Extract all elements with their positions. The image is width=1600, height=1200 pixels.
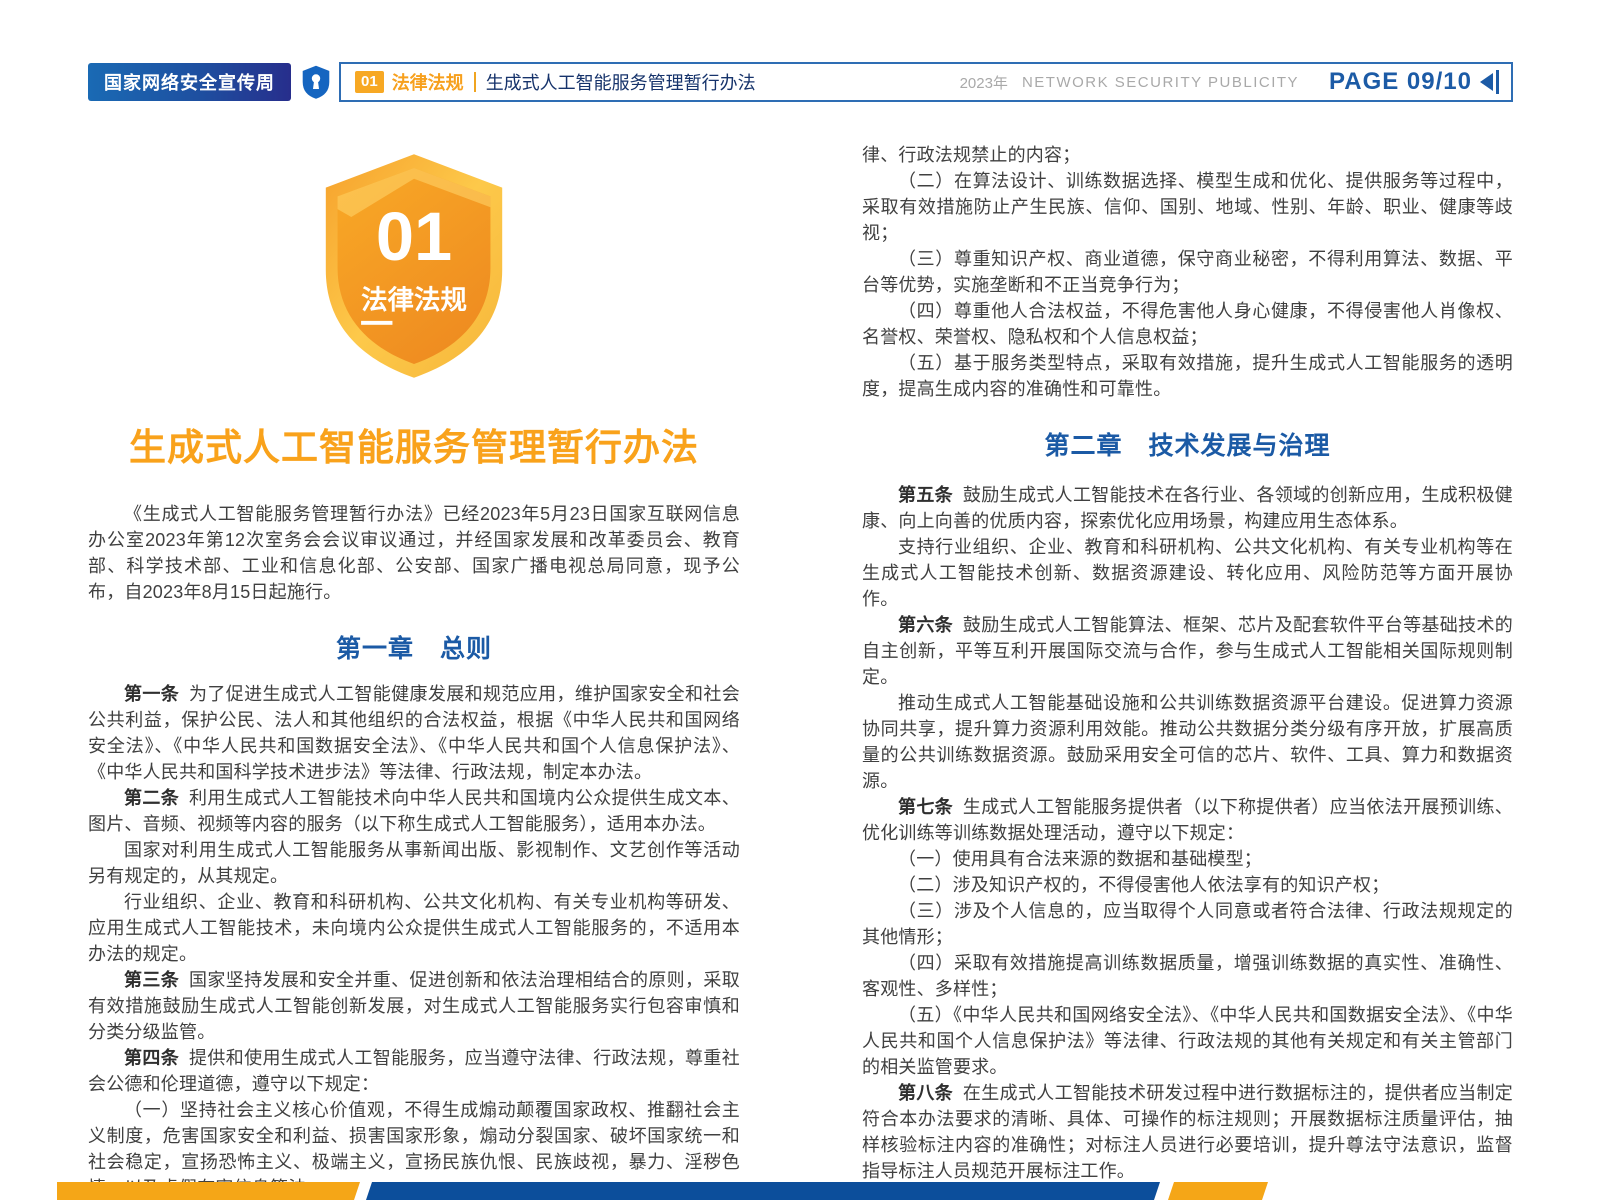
left-column: 01 法律法规 生成式人工智能服务管理暂行办法 《生成式人工智能服务管理暂行办法… [88,128,740,1200]
article-text: 为了促进生成式人工智能健康发展和规范应用，维护国家安全和社会公共利益，保护公民、… [88,684,740,782]
shield-number: 01 [376,198,452,275]
article-text: （四）尊重他人合法权益，不得危害他人身心健康，不得侵害他人肖像权、名誉权、荣誉权… [862,301,1513,347]
article-paragraph: 律、行政法规禁止的内容； [862,142,1513,168]
header-title-box: 01 法律法规 生成式人工智能服务管理暂行办法 2023年 NETWORK SE… [339,62,1513,102]
article-number: 第一条 [124,684,179,704]
article-paragraph: 行业组织、企业、教育和科研机构、公共文化机构、有关专业机构等研发、应用生成式人工… [88,889,740,967]
article-text: （五）基于服务类型特点，采取有效措施，提升生成式人工智能服务的透明度，提高生成内… [862,353,1513,399]
article-text: 生成式人工智能服务提供者（以下称提供者）应当依法开展预训练、优化训练等训练数据处… [862,797,1513,843]
article-text: 鼓励生成式人工智能技术在各行业、各领域的创新应用，生成积极健康、向上向善的优质内… [862,485,1513,531]
article-text: （一）使用具有合法来源的数据和基础模型； [898,849,1262,869]
section-number-chip: 01 [355,71,384,93]
article-paragraph: （一）使用具有合法来源的数据和基础模型； [862,846,1513,872]
shield-dash [361,321,392,325]
article-paragraph: （三）涉及个人信息的，应当取得个人同意或者符合法律、行政法规规定的其他情形； [862,898,1513,950]
header-doc-title: 生成式人工智能服务管理暂行办法 [486,69,756,95]
header-publicity-label: NETWORK SECURITY PUBLICITY [1022,74,1299,91]
article-paragraph: （四）尊重他人合法权益，不得危害他人身心健康，不得侵害他人肖像权、名誉权、荣誉权… [862,298,1513,350]
article-text: 行业组织、企业、教育和科研机构、公共文化机构、有关专业机构等研发、应用生成式人工… [88,892,740,964]
right-column: 律、行政法规禁止的内容； （二）在算法设计、训练数据选择、模型生成和优化、提供服… [862,142,1513,1184]
article-text: （五）《中华人民共和国网络安全法》、《中华人民共和国数据安全法》、《中华人民共和… [862,1005,1513,1077]
article-paragraph: （四）采取有效措施提高训练数据质量，增强训练数据的真实性、准确性、客观性、多样性… [862,950,1513,1002]
page-number-label: PAGE 09/10 [1329,68,1472,96]
article-text: （三）尊重知识产权、商业道德，保守商业秘密，不得利用算法、数据、平台等优势，实施… [862,249,1513,295]
article-paragraph: 第三条国家坚持发展和安全并重、促进创新和依法治理相结合的原则，采取有效措施鼓励生… [88,967,740,1045]
header-year: 2023年 [960,72,1008,93]
chapter-shield-badge: 01 法律法规 [316,150,512,387]
article-text: （二）涉及知识产权的，不得侵害他人依法享有的知识产权； [898,875,1389,895]
article-text: （三）涉及个人信息的，应当取得个人同意或者符合法律、行政法规规定的其他情形； [862,901,1513,947]
section-label: 法律法规 [392,69,464,95]
article-text: 在生成式人工智能技术研发过程中进行数据标注的，提供者应当制定符合本办法要求的清晰… [862,1083,1513,1181]
article-number: 第二条 [124,788,179,808]
shield-keyhole-icon [301,64,331,100]
article-number: 第七条 [898,797,953,817]
footer-gold-bar-left [57,1182,360,1200]
prev-page-bar [1496,70,1499,94]
article-text: （二）在算法设计、训练数据选择、模型生成和优化、提供服务等过程中，采取有效措施防… [862,171,1513,243]
prev-page-icon[interactable] [1480,70,1499,94]
article-paragraph: （五）基于服务类型特点，采取有效措施，提升生成式人工智能服务的透明度，提高生成内… [862,350,1513,402]
header-divider [474,72,476,92]
article-paragraph: （五）《中华人民共和国网络安全法》、《中华人民共和国数据安全法》、《中华人民共和… [862,1002,1513,1080]
intro-paragraph: 《生成式人工智能服务管理暂行办法》已经2023年5月23日国家互联网信息办公室2… [88,501,740,605]
brand-badge: 国家网络安全宣传周 [88,63,291,101]
article-paragraph: 第五条鼓励生成式人工智能技术在各行业、各领域的创新应用，生成积极健康、向上向善的… [862,482,1513,534]
footer-blue-bar [366,1182,1160,1200]
article-text: （四）采取有效措施提高训练数据质量，增强训练数据的真实性、准确性、客观性、多样性… [862,953,1513,999]
shield-label: 法律法规 [361,285,467,315]
prev-page-triangle [1480,73,1493,91]
article-text: 国家对利用生成式人工智能服务从事新闻出版、影视制作、文艺创作等活动另有规定的，从… [88,840,740,886]
article-paragraph: 支持行业组织、企业、教育和科研机构、公共文化机构、有关专业机构等在生成式人工智能… [862,534,1513,612]
article-paragraph: 第七条生成式人工智能服务提供者（以下称提供者）应当依法开展预训练、优化训练等训练… [862,794,1513,846]
article-text: 提供和使用生成式人工智能服务，应当遵守法律、行政法规，尊重社会公德和伦理道德，遵… [88,1048,740,1094]
article-number: 第六条 [898,615,953,635]
article-text: 国家坚持发展和安全并重、促进创新和依法治理相结合的原则，采取有效措施鼓励生成式人… [88,970,740,1042]
page-header: 国家网络安全宣传周 01 法律法规 生成式人工智能服务管理暂行办法 2023年 … [88,62,1513,102]
article-paragraph: 国家对利用生成式人工智能服务从事新闻出版、影视制作、文艺创作等活动另有规定的，从… [88,837,740,889]
article-text: 利用生成式人工智能技术向中华人民共和国境内公众提供生成文本、图片、音频、视频等内… [88,788,740,834]
article-paragraph: 第八条在生成式人工智能技术研发过程中进行数据标注的，提供者应当制定符合本办法要求… [862,1080,1513,1184]
article-number: 第四条 [124,1048,179,1068]
article-paragraph: 推动生成式人工智能基础设施和公共训练数据资源平台建设。促进算力资源协同共享，提升… [862,690,1513,794]
article-text: 推动生成式人工智能基础设施和公共训练数据资源平台建设。促进算力资源协同共享，提升… [862,693,1513,791]
article-paragraph: （二）涉及知识产权的，不得侵害他人依法享有的知识产权； [862,872,1513,898]
article-number: 第八条 [898,1083,953,1103]
article-number: 第三条 [124,970,179,990]
footer-gold-bar-right [1168,1182,1268,1200]
article-text: 鼓励生成式人工智能算法、框架、芯片及配套软件平台等基础技术的自主创新，平等互利开… [862,615,1513,687]
article-paragraph: 第二条利用生成式人工智能技术向中华人民共和国境内公众提供生成文本、图片、音频、视… [88,785,740,837]
article-paragraph: 第六条鼓励生成式人工智能算法、框架、芯片及配套软件平台等基础技术的自主创新，平等… [862,612,1513,690]
article-text: 律、行政法规禁止的内容； [862,145,1080,165]
article-paragraph: （三）尊重知识产权、商业道德，保守商业秘密，不得利用算法、数据、平台等优势，实施… [862,246,1513,298]
document-page: 国家网络安全宣传周 01 法律法规 生成式人工智能服务管理暂行办法 2023年 … [0,0,1600,1200]
article-paragraph: 第一条为了促进生成式人工智能健康发展和规范应用，维护国家安全和社会公共利益，保护… [88,681,740,785]
article-text: 支持行业组织、企业、教育和科研机构、公共文化机构、有关专业机构等在生成式人工智能… [862,537,1513,609]
article-paragraph: 第四条提供和使用生成式人工智能服务，应当遵守法律、行政法规，尊重社会公德和伦理道… [88,1045,740,1097]
chapter-2-heading: 第二章 技术发展与治理 [862,426,1513,462]
article-number: 第五条 [898,485,953,505]
chapter-1-heading: 第一章 总则 [88,629,740,665]
article-paragraph: （二）在算法设计、训练数据选择、模型生成和优化、提供服务等过程中，采取有效措施防… [862,168,1513,246]
main-title: 生成式人工智能服务管理暂行办法 [88,417,740,471]
